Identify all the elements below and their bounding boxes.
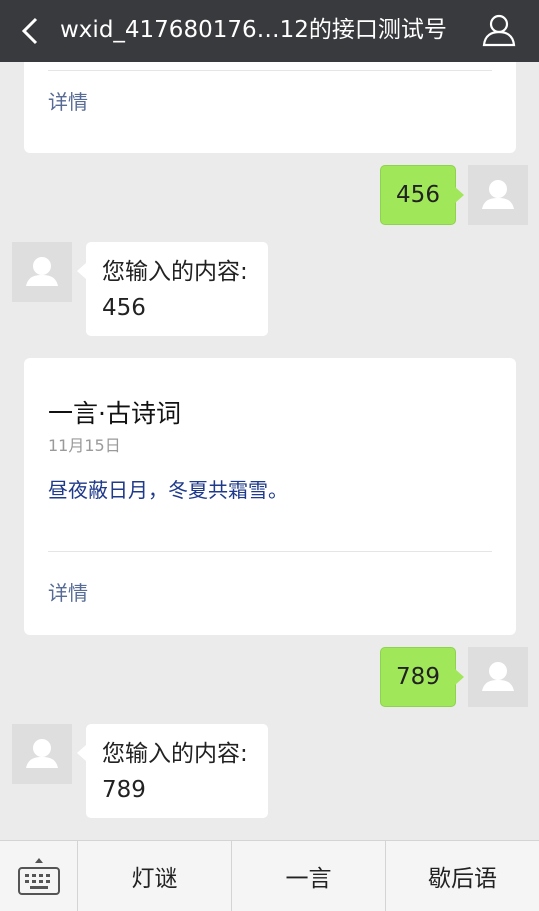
details-link[interactable]: 详情 — [48, 577, 88, 606]
card-date: 11月15日 — [48, 436, 121, 455]
default-avatar-icon — [26, 739, 58, 768]
default-avatar-icon — [482, 180, 514, 209]
bot-avatar[interactable] — [12, 724, 72, 784]
sent-message[interactable]: 789 — [380, 647, 464, 707]
message-line: 789 — [102, 777, 146, 803]
chat-content[interactable]: 详情 456 您输入的内容: 456 一言·古诗词 11月15日 昼夜蔽日月，冬… — [0, 62, 539, 840]
bot-avatar[interactable] — [12, 242, 72, 302]
card-body: 昼夜蔽日月，冬夏共霜雪。 — [48, 478, 288, 502]
message-line: 456 — [102, 295, 146, 321]
user-avatar[interactable] — [468, 647, 528, 707]
poem-card[interactable]: 一言·古诗词 11月15日 昼夜蔽日月，冬夏共霜雪。 详情 — [24, 358, 516, 635]
card-divider — [48, 70, 492, 71]
person-icon — [482, 14, 516, 47]
message-line: 您输入的内容: — [102, 259, 248, 285]
sent-message[interactable]: 456 — [380, 165, 464, 225]
title-bar: wxid_417680176…12的接口测试号 — [0, 0, 539, 62]
profile-button[interactable] — [481, 12, 517, 48]
keyboard-icon — [17, 858, 60, 895]
keyboard-toggle-button[interactable] — [0, 841, 78, 911]
menu-item-riddle[interactable]: 灯谜 — [78, 841, 232, 911]
bottom-menu-bar: 灯谜 一言 歇后语 — [0, 840, 539, 911]
default-avatar-icon — [482, 662, 514, 691]
default-avatar-icon — [26, 257, 58, 286]
received-message[interactable]: 您输入的内容: 789 — [77, 724, 268, 818]
back-button[interactable] — [14, 12, 46, 50]
card-title: 一言·古诗词 — [48, 399, 181, 428]
card-divider — [48, 551, 492, 552]
menu-item-xiehouyu[interactable]: 歇后语 — [386, 841, 539, 911]
user-avatar[interactable] — [468, 165, 528, 225]
message-line: 您输入的内容: — [102, 741, 248, 767]
chat-title: wxid_417680176…12的接口测试号 — [60, 17, 447, 43]
chevron-left-icon — [21, 17, 38, 45]
details-link[interactable]: 详情 — [48, 86, 88, 115]
received-message[interactable]: 您输入的内容: 456 — [77, 242, 268, 336]
menu-item-quote[interactable]: 一言 — [232, 841, 386, 911]
article-card[interactable]: 详情 — [24, 62, 516, 153]
